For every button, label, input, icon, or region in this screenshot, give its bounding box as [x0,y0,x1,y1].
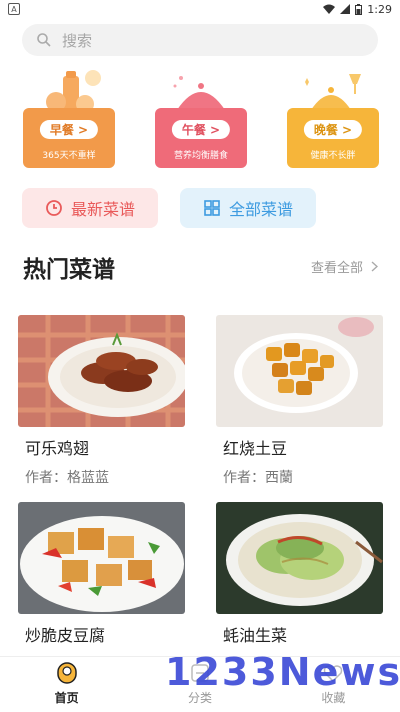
recipe-image-braised-potatoes [216,315,383,427]
breakfast-label: 早餐 > [39,120,99,139]
dinner-cloche-icon [303,74,361,112]
recipe-title: 红烧土豆 [223,439,288,458]
dinner-label: 晚餐 > [303,120,363,139]
recipe-card[interactable]: 蚝油生菜 [216,502,383,645]
wifi-icon [323,4,336,14]
breakfast-card-body: 早餐 > 365天不重样 [23,108,115,168]
breakfast-illustration-icon [46,70,101,112]
latest-recipes-button[interactable]: 最新菜谱 [22,188,158,228]
all-recipes-label: 全部菜谱 [228,200,293,219]
dinner-subtitle: 健康不长胖 [310,151,356,161]
dinner-card[interactable]: 晚餐 > 健康不长胖 [287,68,379,168]
chevron-right-icon [371,261,378,272]
breakfast-subtitle: 365天不重样 [42,151,96,161]
lunch-subtitle: 营养均衡膳食 [173,151,228,161]
signal-icon [340,4,351,14]
search-bar[interactable]: 搜索 [22,24,378,56]
latest-recipes-label: 最新菜谱 [70,200,135,219]
recipe-card[interactable]: 可乐鸡翅 作者：格蓝蓝 [18,315,185,486]
search-placeholder: 搜索 [62,31,93,50]
recipe-author: 作者：西蘭 [223,470,293,486]
lunch-card[interactable]: 午餐 > 营养均衡膳食 [155,68,247,168]
watermark: 1233News [165,650,400,694]
lunch-cloche-icon [171,76,231,112]
clock: 1:29 [367,2,392,16]
notification-icon: A [8,3,20,15]
dinner-card-body: 晚餐 > 健康不长胖 [287,108,379,168]
view-all-link[interactable]: 查看全部 [311,257,378,276]
recipe-card[interactable]: 炒脆皮豆腐 [18,502,185,645]
recipe-image-crispy-tofu [18,502,185,614]
battery-icon [355,3,363,15]
tab-home-label: 首页 [54,691,79,705]
all-recipes-button[interactable]: 全部菜谱 [180,188,316,228]
status-right: 1:29 [323,3,392,16]
recipe-image-oyster-lettuce [216,502,383,614]
search-icon [37,33,51,47]
recipe-title: 蚝油生菜 [223,626,288,645]
clock-icon [46,200,62,216]
recipe-image-chicken-wings [18,315,185,427]
tab-home[interactable]: 首页 [0,657,133,712]
section-title: 热门菜谱 [23,257,115,283]
recipe-title: 可乐鸡翅 [25,439,90,458]
breakfast-card[interactable]: 早餐 > 365天不重样 [23,68,115,168]
recipe-author: 作者：格蓝蓝 [25,470,109,486]
grid-icon [204,200,220,216]
home-icon [56,662,77,684]
view-all-label: 查看全部 [310,261,363,276]
status-bar: A 1:29 [0,0,400,18]
recipe-card[interactable]: 红烧土豆 作者：西蘭 [216,315,383,486]
lunch-label: 午餐 > [171,120,231,139]
lunch-card-body: 午餐 > 营养均衡膳食 [155,108,247,168]
recipe-title: 炒脆皮豆腐 [25,626,106,645]
status-left: A [8,3,20,15]
